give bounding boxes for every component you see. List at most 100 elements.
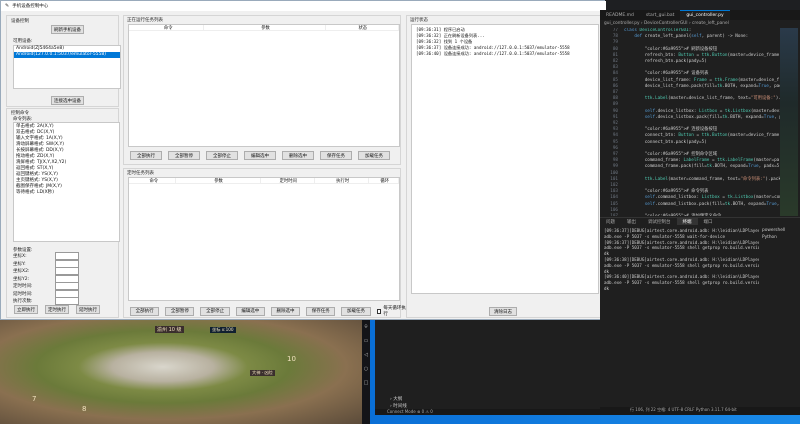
code-text: connect_btn: Button = ttk.Button(master=… [624, 133, 780, 139]
available-devices-label: 可用设备: [13, 39, 33, 44]
terminal-powershell[interactable]: powershell [762, 228, 785, 233]
panel-tab[interactable]: 问题 [600, 218, 621, 225]
command-item[interactable]: 等待格式: LD(X秒) [14, 190, 119, 196]
device-item-selected[interactable]: Android(127.0.0.1:5037/emulator-5558) [14, 52, 120, 58]
code-line: 88 ttk.Label(master=device_list_frame, t… [600, 96, 780, 102]
editor-tab[interactable]: start_gui.bat [640, 10, 681, 20]
task-button[interactable]: 全部暂停 [168, 151, 200, 160]
terminal-line: [09:36:38][DEBUG]airtest.core.android.ad… [604, 256, 759, 262]
column-header[interactable]: 状态 [326, 25, 399, 31]
scheduled-tasks-table[interactable]: 命令 参数 定时时间 执行时 循环 [128, 177, 400, 301]
code-area[interactable]: 77 class DeviceControllerGUI: 78 def creat… [600, 28, 780, 216]
column-header[interactable]: 循环 [369, 178, 399, 184]
tree-item-outline[interactable]: › 大纲 [390, 396, 402, 402]
map-number: 7 [32, 395, 37, 403]
task-button[interactable]: 编辑选中 [235, 306, 265, 316]
clear-log-button[interactable]: 清除日志 [489, 307, 517, 316]
column-header[interactable]: 执行时 [315, 178, 370, 184]
code-text: ttk.Label(master=device_list_frame, text… [644, 96, 780, 102]
task-button[interactable]: 加载任务 [358, 151, 390, 160]
emulator-toolbar: ⌾ ▭ ◁ ○ □ [362, 320, 370, 424]
param-label: 延时时间: [13, 291, 33, 297]
panel-tab-label: 端口 [703, 219, 713, 225]
editor-tab[interactable]: README.md [600, 10, 640, 20]
back-icon[interactable]: ◁ [362, 348, 370, 362]
column-header[interactable]: 定时时间 [261, 178, 315, 184]
param-label: 坐标X2: [13, 269, 30, 274]
terminal-output[interactable]: [09:36:37][DEBUG]airtest.core.android.ad… [604, 228, 759, 403]
loop-daily-label: 每天循环执行 [383, 306, 406, 317]
code-text: refresh_btn: Button = ttk.Button(master=… [624, 52, 780, 58]
task-button[interactable]: 编辑选中 [244, 151, 276, 160]
column-header[interactable]: 参数 [176, 178, 261, 184]
breadcrumb-file[interactable]: gui_controller.py [604, 21, 640, 26]
device-listbox[interactable]: Android(ZJ5464a5e8) Android(127.0.0.1:50… [13, 45, 121, 89]
task-button[interactable]: 全部执行 [130, 151, 162, 160]
code-text: command_frame: LabelFrame = ttk.LabelFra… [624, 158, 780, 164]
task-button[interactable]: 删除选中 [282, 151, 314, 160]
checkbox-box[interactable] [376, 308, 382, 314]
code-text: command_frame.pack(fill=tk.BOTH, expand=… [624, 164, 780, 170]
task-button[interactable]: 保存任务 [306, 306, 336, 316]
panel-tab[interactable]: 输出 [621, 218, 642, 225]
device-frame-title: 设备控制 [11, 19, 29, 24]
code-text: class DeviceControllerGUI: [624, 28, 692, 33]
task-button[interactable]: 全部执行 [130, 306, 160, 316]
terminal-python[interactable]: Python [762, 235, 785, 240]
recent-icon[interactable]: □ [362, 376, 370, 390]
code-text: "color:#6a9955"># 控制命令区域 [644, 152, 718, 158]
breadcrumb-class[interactable]: DeviceControllerGUI [644, 21, 688, 26]
panel-tab[interactable]: 调试控制台 [642, 218, 677, 225]
panel-tab[interactable]: 终端 [676, 218, 698, 225]
table-header: 命令 参数 状态 [129, 25, 399, 31]
editor-tab[interactable]: gui_controller.py [680, 10, 730, 20]
connect-device-button[interactable]: 连接选中设备 [51, 96, 84, 105]
task-button[interactable]: 全部暂停 [165, 306, 195, 316]
running-tasks-frame: 正在运行任务列表 命令 参数 状态 全部执行 全部暂停 全部停止 编辑选中 删除选中 保存… [123, 15, 401, 165]
task-button[interactable]: 删除选中 [270, 306, 301, 316]
loop-daily-checkbox[interactable]: 每天循环执行 [376, 305, 408, 317]
scheduled-execute-button[interactable]: 定时执行 [45, 305, 69, 314]
column-header[interactable]: 参数 [204, 25, 326, 31]
code-line: 99 command_frame.pack(fill=tk.BOTH, expa… [600, 164, 780, 170]
vscode-sidebar: › 大纲 › 时间线 Connect Mode ⊗ 0 ⚠ 0 [370, 320, 600, 424]
device-frame: 设备控制 刷新手机设备 可用设备: Android(ZJ5464a5e8) An… [6, 15, 121, 107]
screen-icon[interactable]: ▭ [362, 334, 370, 348]
tab-label: gui_controller.py [686, 13, 724, 18]
task-button[interactable]: 全部停止 [206, 151, 238, 160]
task-button[interactable]: 加载任务 [341, 306, 371, 316]
code-editor: README.md start_gui.bat gui_controller.py … [600, 10, 800, 415]
log-textarea[interactable]: [09:36:31] 程序已启动 [09:36:32] 正在刷新设备列表... [0… [411, 24, 599, 294]
refresh-devices-button[interactable]: 刷新手机设备 [51, 25, 84, 34]
title-bar: ✎ 手机设备控制中心 [1, 1, 606, 11]
panel-tab[interactable]: 端口 [698, 218, 719, 225]
param-input[interactable] [55, 297, 79, 305]
code-text: ttk.Label(master=command_frame, text="命令… [644, 176, 780, 182]
column-header[interactable]: 命令 [131, 178, 176, 184]
breadcrumb: gui_controller.py › DeviceControllerGUI … [604, 21, 729, 26]
map-number: 8 [82, 405, 87, 413]
command-listbox[interactable]: 单击格式: 2A(X,Y) 双击格式: DC(X,Y) 输入文字格式: 1A(X,Y… [13, 122, 120, 242]
code-line: 86 device_list_frame.pack(fill=tk.BOTH, … [600, 84, 780, 90]
code-text: device_list_frame.pack(fill=tk.BOTH, exp… [624, 83, 780, 89]
code-text: "color:#6a9955"># 连接设备按钮 [644, 127, 718, 133]
home-icon[interactable]: ○ [362, 362, 370, 376]
minimap[interactable] [780, 28, 798, 216]
column-header[interactable]: 命令 [131, 25, 205, 31]
code-text: "color:#6a9955"># 命令列表 [644, 189, 709, 195]
breadcrumb-method[interactable]: create_left_panel [692, 21, 729, 26]
table-header: 命令 参数 定时时间 执行时 循环 [129, 178, 399, 184]
running-tasks-table[interactable]: 命令 参数 状态 [128, 24, 400, 147]
task-button[interactable]: 全部停止 [200, 306, 230, 316]
execute-now-button[interactable]: 立即执行 [14, 305, 38, 314]
terminal-list: powershell Python [762, 228, 785, 240]
map-label[interactable]: 大神 · 凶险 [250, 370, 275, 376]
task-button[interactable]: 保存任务 [320, 151, 352, 160]
code-text: self.device_listbox.pack(fill=tk.BOTH, e… [644, 114, 780, 120]
status-bar[interactable]: 行 106, 列 22 空格: 4 UTF-8 CRLF Python 3.11… [600, 407, 800, 415]
terminal-line: adb.exe -P 5037 -s emulator-5558 shell g… [604, 262, 759, 268]
delayed-execute-button[interactable]: 延时执行 [76, 305, 100, 314]
code-line: 101 ttk.Label(master=command_frame, text… [600, 177, 780, 183]
location-icon[interactable]: ⌾ [362, 320, 370, 334]
emulator-game-view[interactable]: 渝州 10 级 坐标 x:100 大神 · 凶险 7 8 10 [0, 320, 362, 424]
